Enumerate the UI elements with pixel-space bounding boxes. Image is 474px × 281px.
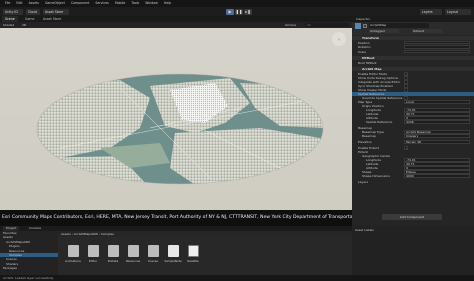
inspector-row: Layers xyxy=(358,180,368,184)
asset-labels-title: Asset Labels xyxy=(355,228,374,232)
folder-icon xyxy=(147,245,159,257)
menu-edit[interactable]: Edit xyxy=(16,0,22,7)
breadcrumb-item[interactable]: ArcGISMapsSDK xyxy=(74,232,98,236)
folder-icon xyxy=(67,245,79,257)
arcgis-map-component-header[interactable]: ArcGIS Map xyxy=(352,67,474,72)
folder-icon xyxy=(127,245,139,257)
add-component-button[interactable]: Add Component xyxy=(382,214,442,220)
asset-grid: Animations Editor Prefabs Resources Scen… xyxy=(58,237,352,275)
step-button[interactable]: ▸❚ xyxy=(244,8,252,15)
menu-tools[interactable]: Tools xyxy=(131,0,139,7)
menu-window[interactable]: Window xyxy=(145,0,158,7)
object-name-field[interactable]: ArcGISMap xyxy=(369,23,429,28)
asset-item[interactable]: Prefabs xyxy=(104,245,122,263)
hproot-row: Root HPRoot xyxy=(358,61,377,65)
document-icon xyxy=(187,245,199,257)
inspector-row: Basemap Imagery xyxy=(352,134,474,138)
breadcrumb-item[interactable]: Samples xyxy=(101,232,114,236)
menu-services[interactable]: Services xyxy=(95,0,108,7)
scale-field[interactable] xyxy=(404,49,470,54)
document-icon xyxy=(167,245,179,257)
asset-item[interactable]: Editor xyxy=(84,245,102,263)
pause-button[interactable]: ❚❚ xyxy=(235,8,243,15)
breadcrumb-item[interactable]: Assets xyxy=(61,232,71,236)
status-bar: ArcGIS: Loaded layer successfully xyxy=(0,275,474,281)
asset-labels-panel: Asset Labels xyxy=(352,226,474,275)
asset-item[interactable]: Resources xyxy=(124,245,142,263)
account-dropdown[interactable]: Unity ID xyxy=(3,8,23,15)
layers-dropdown[interactable]: Layers xyxy=(420,8,442,15)
layout-dropdown[interactable]: Layout xyxy=(445,8,471,15)
asset-item[interactable]: SampleNote xyxy=(164,245,182,263)
scale-row: Scale xyxy=(352,50,474,54)
menu-gameobject[interactable]: GameObject xyxy=(45,0,65,7)
tag-dropdown[interactable]: Untagged xyxy=(369,29,399,33)
rotation-field[interactable] xyxy=(404,45,470,49)
menu-assets[interactable]: Assets xyxy=(29,0,39,7)
attribution-text: Esri Community Maps Contributors, Esri, … xyxy=(0,210,352,226)
tree-item[interactable]: Packages xyxy=(0,266,58,270)
rotation-row: Rotation xyxy=(352,45,474,49)
inspector-header: ArcGISMap Untagged Default xyxy=(352,22,474,35)
inspector-row: Elevation Terrain 3D xyxy=(352,140,474,144)
transform-component-header[interactable]: Transform xyxy=(352,36,474,41)
menu-file[interactable]: File xyxy=(5,0,10,7)
folder-icon xyxy=(87,245,99,257)
play-button[interactable]: ▶ xyxy=(226,8,234,15)
asset-store-button[interactable]: Asset Store xyxy=(43,8,69,15)
layer-dropdown[interactable]: Default xyxy=(412,29,442,33)
cloud-button[interactable]: Cloud xyxy=(26,8,40,15)
asset-item[interactable]: ReadMe xyxy=(184,245,202,263)
hproot-component-header[interactable]: HPRoot xyxy=(352,56,474,61)
position-row: Position xyxy=(352,41,474,45)
gameobject-icon xyxy=(355,23,361,29)
scene-viewport[interactable]: ◇ xyxy=(0,28,352,210)
scene-gizmo-icon[interactable]: ◇ xyxy=(332,32,346,46)
active-checkbox[interactable] xyxy=(363,23,367,28)
inspector-panel: Inspector ArcGISMap Untagged Default Tra… xyxy=(352,16,474,226)
asset-item[interactable]: Animations xyxy=(64,245,82,263)
map-render xyxy=(36,73,324,185)
menu-bar: File Edit Assets GameObject Component Se… xyxy=(0,0,474,7)
project-tree: Favorites Assets ArcGISMapsSDK Plugins R… xyxy=(0,231,58,275)
menu-mobile[interactable]: Mobile xyxy=(115,0,125,7)
inspector-row: Spatial Reference 4326 xyxy=(352,120,474,124)
inspector-row: Shape Dimensions 4000 xyxy=(352,174,474,178)
asset-item[interactable]: Scenes xyxy=(144,245,162,263)
menu-help[interactable]: Help xyxy=(164,0,171,7)
position-field[interactable] xyxy=(404,40,470,45)
folder-icon xyxy=(107,245,119,257)
toolbar: Unity ID Cloud Asset Store ▶ ❚❚ ▸❚ Layer… xyxy=(0,7,474,16)
menu-component[interactable]: Component xyxy=(71,0,90,7)
scene-search-input[interactable]: All xyxy=(305,23,349,27)
